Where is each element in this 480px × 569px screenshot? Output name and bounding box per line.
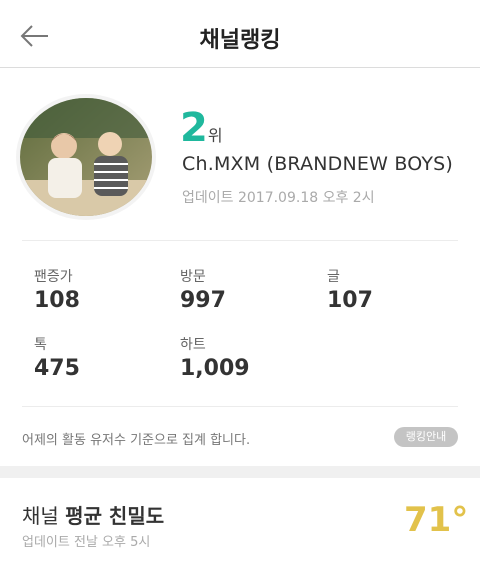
stat-label: 하트 <box>180 337 206 353</box>
stat-talk: 톡 475 <box>34 334 80 381</box>
stat-visits: 방문 997 <box>180 266 226 313</box>
stat-value: 997 <box>180 288 226 313</box>
stat-fan-increase: 팬증가 108 <box>34 266 80 313</box>
rank-number: 2 <box>180 105 208 151</box>
rank-unit: 위 <box>207 126 223 145</box>
stat-value: 475 <box>34 356 80 381</box>
intimacy-updated: 업데이트 전날 오후 5시 <box>22 535 151 550</box>
app-header: 채널랭킹 <box>0 0 480 68</box>
stat-value: 108 <box>34 288 80 313</box>
stat-posts: 글 107 <box>327 266 373 313</box>
channel-updated: 업데이트 2017.09.18 오후 2시 <box>182 190 375 206</box>
channel-name: Ch.MXM (BRANDNEW BOYS) <box>182 153 454 175</box>
stat-label: 글 <box>327 269 340 285</box>
rank-display: 2위 <box>180 108 223 148</box>
divider <box>22 240 458 241</box>
page-title: 채널랭킹 <box>199 28 281 53</box>
ranking-note: 어제의 활동 유저수 기준으로 집계 합니다. <box>22 433 251 448</box>
ranking-guide-button[interactable]: 랭킹안내 <box>394 427 458 447</box>
avatar-image <box>20 98 152 216</box>
stat-value: 1,009 <box>180 356 250 381</box>
section-separator <box>0 466 480 478</box>
stat-label: 팬증가 <box>34 269 73 285</box>
intimacy-value: 71° <box>404 500 469 540</box>
stat-label: 방문 <box>180 269 206 285</box>
stat-value: 107 <box>327 288 373 313</box>
stat-hearts: 하트 1,009 <box>180 334 250 381</box>
intimacy-title-prefix: 채널 <box>22 504 59 528</box>
intimacy-title-bold: 평균 친밀도 <box>65 504 165 528</box>
intimacy-title: 채널 평균 친밀도 <box>22 500 164 529</box>
stat-label: 톡 <box>34 337 47 353</box>
channel-avatar[interactable] <box>16 94 156 220</box>
divider <box>22 406 458 407</box>
